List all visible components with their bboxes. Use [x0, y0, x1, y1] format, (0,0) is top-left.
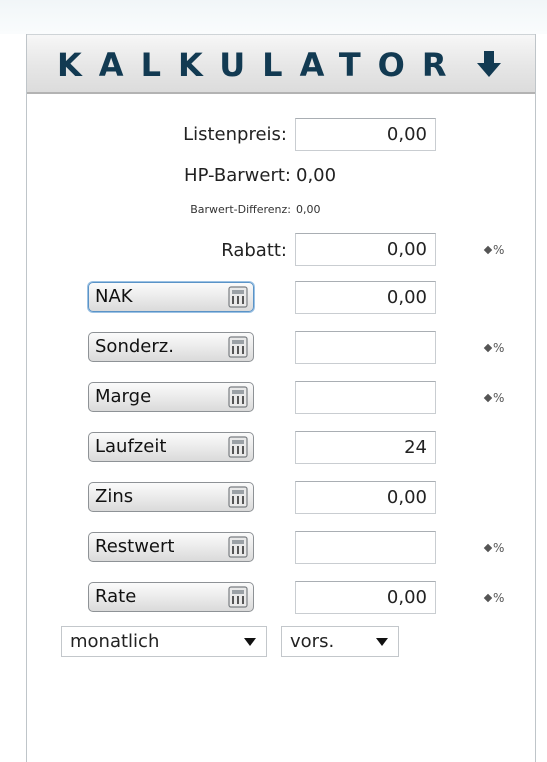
zins-button-label: Zins: [95, 486, 134, 507]
percent-label: %: [493, 391, 505, 405]
percent-label: %: [493, 341, 505, 355]
calculator-icon: [228, 336, 248, 358]
calculator-icon: [228, 286, 248, 308]
rate-button[interactable]: Rate: [88, 582, 254, 612]
header-title: KALKULATOR: [57, 46, 464, 84]
restwert-percent-toggle[interactable]: %: [483, 541, 505, 555]
calculator-icon: [228, 586, 248, 608]
dropdown-arrow-icon: [244, 638, 256, 646]
laufzeit-input[interactable]: 24: [295, 431, 436, 464]
sonderz-input[interactable]: [295, 331, 436, 364]
diamond-icon: [483, 343, 493, 353]
zins-input[interactable]: 0,00: [295, 481, 436, 514]
sonderz-button-label: Sonderz.: [95, 336, 174, 357]
percent-label: %: [493, 243, 505, 257]
barwert-differenz-label: Barwert-Differenz:: [190, 203, 291, 216]
restwert-button-label: Restwert: [95, 536, 175, 557]
interval-select-value: monatlich: [70, 631, 160, 652]
diamond-icon: [483, 593, 493, 603]
calculator-icon: [228, 386, 248, 408]
restwert-input[interactable]: [295, 531, 436, 564]
arrow-down-icon[interactable]: [475, 47, 503, 81]
diamond-icon: [483, 543, 493, 553]
calculator-header[interactable]: KALKULATOR: [27, 34, 535, 94]
restwert-button[interactable]: Restwert: [88, 532, 254, 562]
marge-percent-toggle[interactable]: %: [483, 391, 505, 405]
dropdown-arrow-icon: [376, 638, 388, 646]
hp-barwert-label: HP-Barwert:: [184, 165, 291, 186]
sonderz-percent-toggle[interactable]: %: [483, 341, 505, 355]
rabatt-label: Rabatt:: [221, 240, 287, 261]
marge-button-label: Marge: [95, 386, 152, 407]
rate-button-label: Rate: [95, 586, 137, 607]
diamond-icon: [483, 245, 493, 255]
marge-button[interactable]: Marge: [88, 382, 254, 412]
laufzeit-button[interactable]: Laufzeit: [88, 432, 254, 462]
hp-barwert-value: 0,00: [296, 165, 337, 186]
calculator-icon: [228, 536, 248, 558]
calculator-icon: [228, 486, 248, 508]
sonderz-button[interactable]: Sonderz.: [88, 332, 254, 362]
timing-select-value: vors.: [290, 631, 335, 652]
zins-button[interactable]: Zins: [88, 482, 254, 512]
laufzeit-button-label: Laufzeit: [95, 436, 167, 457]
calculator-icon: [228, 436, 248, 458]
barwert-differenz-value: 0,00: [296, 203, 321, 216]
percent-label: %: [493, 541, 505, 555]
nak-button-label: NAK: [95, 286, 133, 307]
calculator-panel: KALKULATOR Listenpreis: 0,00 HP-Barwert:…: [26, 34, 536, 762]
diamond-icon: [483, 393, 493, 403]
nak-button[interactable]: NAK: [88, 282, 254, 312]
listenpreis-input[interactable]: 0,00: [295, 118, 436, 151]
timing-select[interactable]: vors.: [281, 626, 399, 657]
listenpreis-label: Listenpreis:: [183, 124, 287, 145]
marge-input[interactable]: [295, 381, 436, 414]
rate-input[interactable]: 0,00: [295, 581, 436, 614]
top-strip: [0, 0, 547, 34]
nak-input[interactable]: 0,00: [295, 281, 436, 314]
percent-label: %: [493, 591, 505, 605]
rate-percent-toggle[interactable]: %: [483, 591, 505, 605]
rabatt-percent-toggle[interactable]: %: [483, 243, 505, 257]
interval-select[interactable]: monatlich: [61, 626, 267, 657]
rabatt-input[interactable]: 0,00: [295, 233, 436, 266]
